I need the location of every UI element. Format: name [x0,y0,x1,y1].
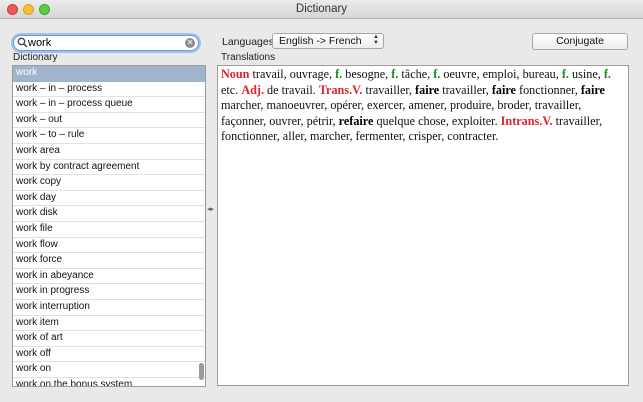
search-field[interactable]: ✕ [13,35,199,51]
window-title: Dictionary [295,3,348,15]
list-item[interactable]: work in abeyance [13,269,205,285]
list-item[interactable]: work of art [13,331,205,347]
emphasized-word: faire [491,82,516,97]
list-item[interactable]: work on [13,362,205,378]
translation-segment: fonctionner, [515,82,581,97]
translations-label: Translations [221,52,276,63]
translation-segment: etc. [221,82,242,97]
list-item[interactable]: work [13,66,205,82]
main-content: ✕ Languages: English -> French ▲▼ Conjug… [0,19,643,402]
clear-search-icon[interactable]: ✕ [185,38,195,48]
list-item[interactable]: work – to – rule [13,128,205,144]
part-of-speech-label: Noun [221,67,250,81]
translation-text: Noun travail, ouvrage, f. besogne, f. tâ… [218,66,628,145]
emphasized-word: faire [415,82,440,97]
conjugate-button[interactable]: Conjugate [532,33,628,50]
emphasized-word: faire [580,82,605,97]
part-of-speech-label: Trans.V. [318,82,363,97]
languages-select[interactable]: English -> French ▲ ▼ [272,33,384,49]
list-item[interactable]: work day [13,191,205,207]
list-scrollbar[interactable] [199,363,204,380]
gender-marker: f. [561,67,569,81]
list-item[interactable]: work by contract agreement [13,160,205,176]
emphasized-word: refaire [338,113,374,128]
list-item[interactable]: work force [13,253,205,269]
translations-panel: Noun travail, ouvrage, f. besogne, f. tâ… [217,65,629,386]
list-item[interactable]: work copy [13,175,205,191]
list-item[interactable]: work disk [13,206,205,222]
list-item[interactable]: work – in – process [13,82,205,98]
splitter-handle-icon[interactable]: ◂▸ [207,205,214,213]
dictionary-label: Dictionary [13,52,58,63]
list-item[interactable]: work off [13,347,205,363]
list-item[interactable]: work – out [13,113,205,129]
translation-segment: oeuvre, emploi, bureau, [440,67,562,81]
dictionary-list[interactable]: work work – in – process work – in – proce… [12,65,206,387]
search-input[interactable] [28,36,178,50]
part-of-speech-label: Adj. [241,82,264,97]
gender-marker: f. [603,67,611,81]
languages-label: Languages: [222,36,277,48]
search-icon [17,37,28,48]
select-arrows-icon: ▲ ▼ [373,34,379,46]
part-of-speech-label: Intrans.V. [500,113,553,128]
list-item[interactable]: work area [13,144,205,160]
list-item[interactable]: work – in – process queue [13,97,205,113]
translation-segment: de travail. [264,82,319,97]
list-item[interactable]: work flow [13,238,205,254]
translation-segment: travailler, [439,82,492,97]
list-item[interactable]: work in progress [13,284,205,300]
translation-segment: quelque chose, exploiter. [373,113,501,128]
translation-segment: usine, [568,67,604,81]
translation-segment: tâche, [398,67,434,81]
translation-segment: travailler, [362,82,416,97]
list-item[interactable]: work on the bonus system [13,378,205,386]
list-item[interactable]: work interruption [13,300,205,316]
list-item[interactable]: work item [13,316,205,332]
list-item[interactable]: work file [13,222,205,238]
title-bar: Dictionary [0,0,643,19]
translation-segment: besogne, [342,67,392,81]
translation-segment: travail, ouvrage, [249,67,336,81]
languages-selected-value: English -> French [279,35,362,47]
